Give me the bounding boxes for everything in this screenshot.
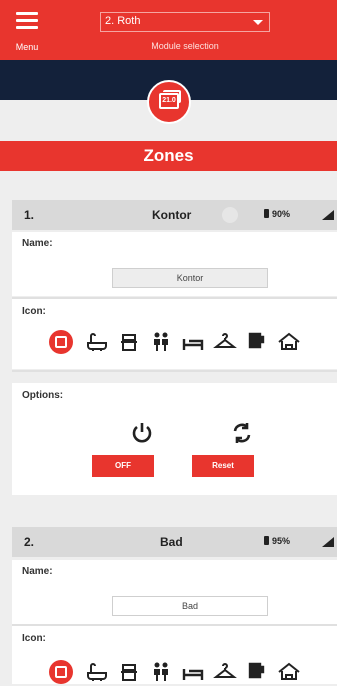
zone-name-input[interactable]: Kontor <box>112 268 268 288</box>
cup-icon[interactable] <box>245 330 269 354</box>
hamburger-icon <box>16 26 38 29</box>
battery-status: 90% <box>264 209 290 219</box>
icon-label: Icon: <box>22 306 46 317</box>
top-bar: Menu 2. Roth Module selection <box>0 0 337 60</box>
zone-number: 2. <box>24 535 35 549</box>
menu-button[interactable]: Menu <box>10 10 50 52</box>
signal-icon <box>322 210 334 220</box>
module-selection-label: Module selection <box>151 41 219 51</box>
zone-toggle[interactable] <box>222 207 238 223</box>
people-icon[interactable] <box>149 330 173 354</box>
options-label: Options: <box>22 390 64 401</box>
zone-1-options-section: Options: OFF Reset <box>12 383 337 495</box>
battery-value: 90% <box>272 209 291 219</box>
battery-status: 95% <box>264 536 290 546</box>
home-icon[interactable] <box>277 660 301 684</box>
hamburger-icon <box>16 12 38 15</box>
zones-title: Zones <box>0 141 337 171</box>
divider <box>12 370 337 372</box>
name-label: Name: <box>22 238 53 249</box>
zone-number: 1. <box>24 208 35 222</box>
zone-header-2: 2. Bad 95% <box>12 527 337 557</box>
bath-icon[interactable] <box>85 660 109 684</box>
zone-name: Bad <box>160 535 183 549</box>
module-select-value: 2. Roth <box>105 15 141 27</box>
badge-text: 21.0 <box>159 93 179 109</box>
zone-header-1: 1. Kontor 90% <box>12 200 337 230</box>
reset-button[interactable]: Reset <box>192 455 254 477</box>
people-icon[interactable] <box>149 660 173 684</box>
icon-row <box>49 660 319 686</box>
signal-icon <box>322 537 334 547</box>
battery-icon <box>264 536 269 545</box>
name-label: Name: <box>22 566 53 577</box>
zone-icon[interactable] <box>49 330 73 354</box>
zone-name: Kontor <box>152 208 192 222</box>
battery-value: 95% <box>272 536 291 546</box>
menu-label: Menu <box>15 42 39 52</box>
power-icon <box>132 423 152 443</box>
zones-badge-icon: 21.0 <box>147 80 191 124</box>
bed-icon[interactable] <box>181 660 205 684</box>
refresh-icon <box>233 423 251 443</box>
chevron-down-icon <box>253 20 263 25</box>
hamburger-icon <box>16 19 38 22</box>
hanger-icon[interactable] <box>213 660 237 684</box>
kitchen-icon[interactable] <box>117 330 141 354</box>
bed-icon[interactable] <box>181 330 205 354</box>
zone-name-input[interactable]: Bad <box>112 596 268 616</box>
hanger-icon[interactable] <box>213 330 237 354</box>
zone-1-name-section: Name: Kontor <box>12 232 337 296</box>
zone-2-icon-section: Icon: <box>12 626 337 684</box>
icon-row <box>49 330 319 356</box>
zone-2-name-section: Name: Bad <box>12 560 337 624</box>
module-select[interactable]: 2. Roth <box>100 12 270 32</box>
icon-label: Icon: <box>22 633 46 644</box>
battery-icon <box>264 209 269 218</box>
off-button[interactable]: OFF <box>92 455 154 477</box>
zone-icon[interactable] <box>49 660 73 684</box>
bath-icon[interactable] <box>85 330 109 354</box>
cup-icon[interactable] <box>245 660 269 684</box>
zone-1-icon-section: Icon: <box>12 299 337 369</box>
kitchen-icon[interactable] <box>117 660 141 684</box>
home-icon[interactable] <box>277 330 301 354</box>
